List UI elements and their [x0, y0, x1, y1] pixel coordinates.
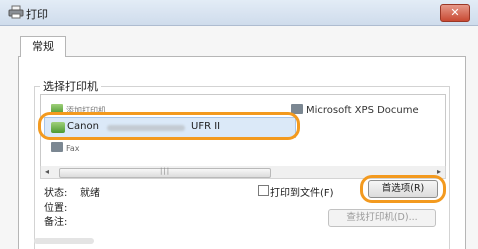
group-title: 选择打印机	[40, 78, 101, 94]
find-printer-button[interactable]: 查找打印机(D)...	[328, 209, 436, 227]
tab-general[interactable]: 常规	[20, 36, 66, 57]
comment-label: 备注:	[44, 217, 68, 228]
printer-item-xps[interactable]: Microsoft XPS Docume	[291, 104, 419, 116]
location-label: 位置:	[44, 203, 68, 214]
title-bar: 打印 ✕	[0, 0, 478, 26]
print-to-file-label[interactable]: 打印到文件(F)	[270, 184, 334, 199]
xps-printer-label: Microsoft XPS Docume	[306, 105, 419, 116]
close-button[interactable]: ✕	[440, 4, 470, 22]
grip-icon: |||	[160, 167, 171, 175]
print-to-file-checkbox[interactable]	[258, 185, 269, 196]
preferences-highlight-outline	[360, 175, 446, 203]
printer-icon	[8, 5, 24, 19]
fax-icon	[51, 142, 63, 152]
status-label: 状态:	[44, 188, 68, 199]
print-dialog: 打印 ✕ 常规 选择打印机 添加打印机 Microsoft XPS Docume…	[0, 0, 478, 249]
status-value: 就绪	[80, 188, 100, 199]
page-range-section-cutoff	[34, 238, 94, 244]
fax-printer-label: Fax	[66, 144, 80, 153]
scroll-left-arrow-icon[interactable]: ◂	[45, 167, 49, 176]
printer-item-fax[interactable]: Fax	[51, 142, 80, 153]
canon-highlight-outline	[38, 112, 300, 140]
window-title: 打印	[26, 8, 48, 21]
scrollbar-thumb[interactable]: |||	[59, 167, 271, 178]
